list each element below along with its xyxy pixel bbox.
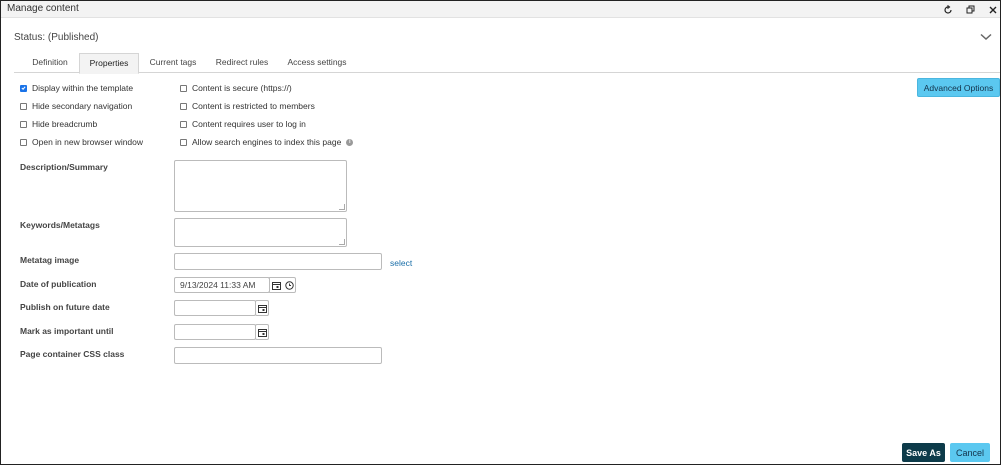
cancel-button[interactable]: Cancel <box>950 443 990 462</box>
tab-properties[interactable]: Properties <box>79 53 139 74</box>
info-icon[interactable]: i <box>346 138 354 146</box>
keywords-textarea[interactable] <box>174 218 347 247</box>
tab-access-settings[interactable]: Access settings <box>281 53 353 73</box>
checkbox[interactable] <box>20 138 27 146</box>
close-icon[interactable] <box>986 3 1000 16</box>
tab-current-tags[interactable]: Current tags <box>141 53 205 73</box>
checkbox[interactable] <box>20 120 27 128</box>
publish-future-input[interactable] <box>174 300 256 316</box>
refresh-icon[interactable] <box>941 3 955 16</box>
publish-future-label: Publish on future date <box>20 302 110 312</box>
date-publication-buttons <box>268 277 296 293</box>
option-content-secure[interactable]: Content is secure (https://) <box>180 83 292 93</box>
calendar-icon[interactable] <box>256 300 268 316</box>
chevron-down-icon[interactable] <box>980 33 992 43</box>
keywords-label: Keywords/Metatags <box>20 220 100 230</box>
option-label: Open in new browser window <box>32 137 144 147</box>
status-label: Status: (Published) <box>14 32 99 43</box>
option-label: Content is restricted to members <box>192 101 315 111</box>
title-bar: Manage content <box>1 1 1000 18</box>
css-class-input[interactable] <box>174 347 382 364</box>
checkbox[interactable] <box>180 120 187 128</box>
mark-important-label: Mark as important until <box>20 326 114 336</box>
option-open-new-window[interactable]: Open in new browser window <box>20 137 143 147</box>
mark-important-input[interactable] <box>174 324 256 340</box>
checkbox[interactable] <box>20 84 27 92</box>
checkbox[interactable] <box>20 102 27 110</box>
option-display-within-template[interactable]: Display within the template <box>20 83 133 93</box>
option-label: Allow search engines to index this page <box>192 137 342 147</box>
description-textarea[interactable] <box>174 160 347 212</box>
option-label: Content requires user to log in <box>192 119 306 129</box>
save-as-button[interactable]: Save As <box>902 443 945 462</box>
option-hide-secondary-navigation[interactable]: Hide secondary navigation <box>20 101 132 111</box>
metatag-image-label: Metatag image <box>20 255 80 265</box>
description-label: Description/Summary <box>20 162 108 172</box>
calendar-icon[interactable] <box>256 324 268 340</box>
tab-redirect-rules[interactable]: Redirect rules <box>207 53 277 73</box>
checkbox[interactable] <box>180 138 187 146</box>
option-restricted-members[interactable]: Content is restricted to members <box>180 101 315 111</box>
css-class-label: Page container CSS class <box>20 349 125 359</box>
checkbox[interactable] <box>180 84 187 92</box>
metatag-image-input[interactable] <box>174 253 382 270</box>
select-image-link[interactable]: select <box>390 258 412 268</box>
checkbox[interactable] <box>180 102 187 110</box>
option-label: Hide breadcrumb <box>32 119 98 129</box>
window-title: Manage content <box>7 3 79 14</box>
option-requires-login[interactable]: Content requires user to log in <box>180 119 306 129</box>
option-hide-breadcrumb[interactable]: Hide breadcrumb <box>20 119 97 129</box>
date-publication-input[interactable]: 9/13/2024 11:33 AM <box>174 277 270 293</box>
option-label: Hide secondary navigation <box>32 101 133 111</box>
option-label: Content is secure (https://) <box>192 83 292 93</box>
option-label: Display within the template <box>32 83 134 93</box>
tab-bar: Definition Properties Current tags Redir… <box>14 53 1000 74</box>
advanced-options-button[interactable]: Advanced Options <box>917 78 1000 97</box>
option-allow-search-index[interactable]: Allow search engines to index this page … <box>180 137 354 147</box>
date-publication-label: Date of publication <box>20 279 97 289</box>
restore-icon[interactable] <box>963 3 977 16</box>
tab-definition[interactable]: Definition <box>20 53 80 73</box>
